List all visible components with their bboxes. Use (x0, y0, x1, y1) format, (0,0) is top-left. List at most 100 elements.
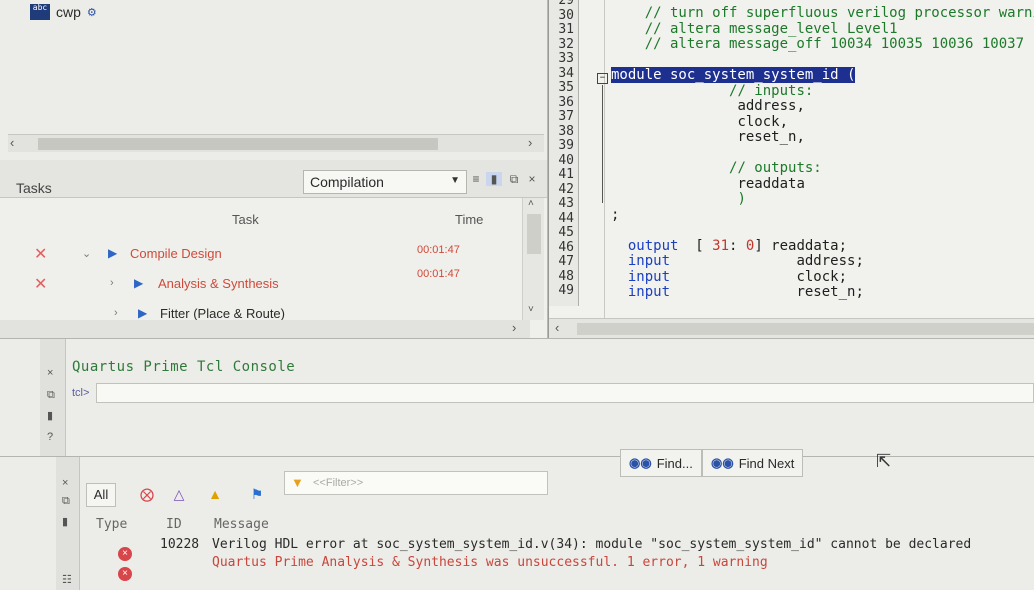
task-row[interactable]: ✕ › ▶ Analysis & Synthesis 00:01:47 (0, 268, 530, 302)
column-header-task[interactable]: Task (232, 212, 259, 227)
float-window-icon[interactable]: ⧉ (506, 172, 522, 187)
project-label: cwp (56, 4, 81, 20)
play-icon[interactable]: ▶ (138, 306, 147, 320)
editor-horizontal-scrollbar[interactable]: ‹ (549, 318, 1034, 338)
tcl-command-input[interactable] (96, 383, 1034, 403)
tasks-horizontal-scrollbar[interactable]: › (0, 320, 530, 338)
error-filter-icon[interactable]: ⨂ (134, 481, 160, 507)
line-number: 35 (558, 80, 574, 95)
code-editor[interactable]: 29 30 31 32 33 34 35 36 37 38 39 40 41 42 43 44 45 46 47 48… (548, 0, 1034, 338)
line-number-gutter: 29 30 31 32 33 34 35 36 37 38 39 40 41 42 43 44 45 46 47 48… (549, 0, 579, 306)
fold-margin: − (585, 0, 608, 320)
scrollbar-thumb[interactable] (38, 138, 438, 150)
pin-icon[interactable]: ▮ (47, 409, 53, 422)
flow-select[interactable]: Compilation ▼ (303, 170, 467, 194)
help-icon[interactable]: ? (47, 431, 53, 443)
task-name: Compile Design (130, 246, 222, 261)
line-number: 42 (558, 181, 574, 197)
code-text[interactable]: // turn off superfluous verilog processo… (611, 5, 1034, 301)
tasks-title: Tasks (16, 180, 52, 196)
binoculars-icon: ◉◉ (629, 455, 652, 470)
line-number: 30 (558, 7, 574, 23)
code-line-48-signal: reset_n; (796, 284, 864, 300)
tasks-header: Tasks Compilation ▼ ≡ ▮ ⧉ × (0, 160, 547, 198)
code-line-43: ; (611, 206, 620, 223)
critical-warning-filter-icon[interactable]: △ (166, 481, 192, 507)
find-next-button[interactable]: ◉◉ Find Next (702, 449, 804, 477)
task-time: 00:01:47 (417, 244, 460, 256)
line-number: 40 (558, 152, 574, 168)
pin-icon[interactable]: ▮ (62, 515, 68, 528)
code-line-47-keyword: input (627, 268, 671, 285)
error-icon: × (118, 567, 132, 581)
collapse-minus-icon[interactable]: − (597, 73, 608, 84)
error-x-icon: ✕ (34, 246, 48, 263)
warning-filter-icon[interactable]: ▲ (202, 481, 228, 507)
task-name: Analysis & Synthesis (158, 276, 279, 291)
close-icon[interactable]: × (524, 172, 540, 186)
chevron-right-icon[interactable]: › (512, 320, 516, 335)
find-next-button-label: Find Next (738, 455, 795, 471)
find-button-label: Find... (656, 455, 693, 471)
column-header-time[interactable]: Time (455, 212, 483, 227)
message-filter-input[interactable]: ▼ <<Filter>> (284, 471, 548, 495)
pin-icon[interactable]: ▮ (486, 172, 502, 186)
code-line-45-msb: 31 (712, 237, 730, 254)
chevron-left-icon[interactable]: ‹ (555, 320, 559, 335)
tcl-prompt: tcl> (72, 387, 90, 399)
code-line-46-keyword: input (627, 253, 671, 269)
code-line-31: // altera message_level Level1 (644, 20, 898, 37)
code-line-35: // inputs: (729, 82, 814, 99)
find-button[interactable]: ◉◉ Find... (620, 449, 702, 477)
info-filter-icon[interactable]: ⚑ (244, 481, 270, 507)
close-icon[interactable]: × (47, 367, 53, 379)
tcl-console-pane: ‹ × ⧉ ▮ ? Quartus Prime Tcl Console tcl> (0, 338, 1034, 457)
line-number: 36 (558, 94, 574, 110)
mouse-cursor-icon: ⇱ (876, 451, 892, 471)
float-window-icon[interactable]: ⧉ (47, 389, 55, 402)
code-line-45-colon: : (729, 237, 746, 254)
code-line-32: // altera message_off 10034 10035 10036 … (644, 36, 1034, 52)
menu-icon[interactable]: ≡ (468, 172, 484, 186)
code-line-36: address, (737, 98, 805, 114)
settings-icon[interactable]: ☷ (62, 573, 72, 586)
scrollbar-thumb[interactable] (577, 323, 1034, 335)
play-icon[interactable]: ▶ (108, 246, 117, 260)
chevron-down-icon[interactable]: ⌄ (82, 247, 91, 260)
chevron-right-icon[interactable]: › (528, 135, 532, 150)
task-time: 00:01:47 (417, 268, 460, 280)
code-line-41: readdata (737, 175, 805, 192)
scrollbar-thumb[interactable] (527, 214, 541, 254)
dropdown-arrow-icon: ▼ (450, 175, 460, 186)
hierarchy-icon: ⚙ (86, 6, 97, 19)
code-line-46-signal: address; (796, 253, 864, 269)
message-id: 10228 (160, 537, 200, 552)
chevron-left-icon[interactable]: ‹ (10, 135, 14, 150)
navigator-horizontal-scrollbar[interactable]: ‹ › (8, 134, 544, 152)
code-line-34-selected: module soc_system_system_id ( (611, 67, 856, 83)
error-x-icon: ✕ (34, 276, 48, 293)
error-icon: × (118, 547, 132, 561)
chevron-down-icon[interactable]: ˅ (528, 304, 534, 315)
float-window-icon[interactable]: ⧉ (62, 495, 70, 508)
tcl-console-side-toolbar: × ⧉ ▮ ? (40, 339, 66, 457)
line-number: 48 (558, 268, 574, 284)
column-header-type[interactable]: Type (96, 517, 127, 532)
code-line-45-range-open: [ (695, 237, 713, 254)
chevron-right-icon[interactable]: › (114, 307, 118, 319)
column-header-id[interactable]: ID (166, 517, 182, 532)
chevron-up-icon[interactable]: ˄ (528, 198, 534, 209)
close-icon[interactable]: × (62, 477, 68, 489)
line-number: 32 (558, 36, 574, 52)
line-number: 41 (558, 167, 574, 182)
tasks-vertical-scrollbar[interactable]: ˄ ˅ (522, 198, 544, 320)
flow-select-value: Compilation (310, 174, 384, 190)
chevron-right-icon[interactable]: › (110, 277, 114, 289)
line-number: 39 (558, 138, 574, 153)
play-icon[interactable]: ▶ (134, 276, 143, 290)
tcl-console-title: Quartus Prime Tcl Console (72, 359, 296, 375)
column-header-message[interactable]: Message (214, 517, 269, 532)
message-text: Quartus Prime Analysis & Synthesis was u… (212, 555, 768, 570)
project-item[interactable]: abc cwp ⚙ (30, 4, 97, 20)
all-messages-button[interactable]: All (86, 483, 116, 507)
